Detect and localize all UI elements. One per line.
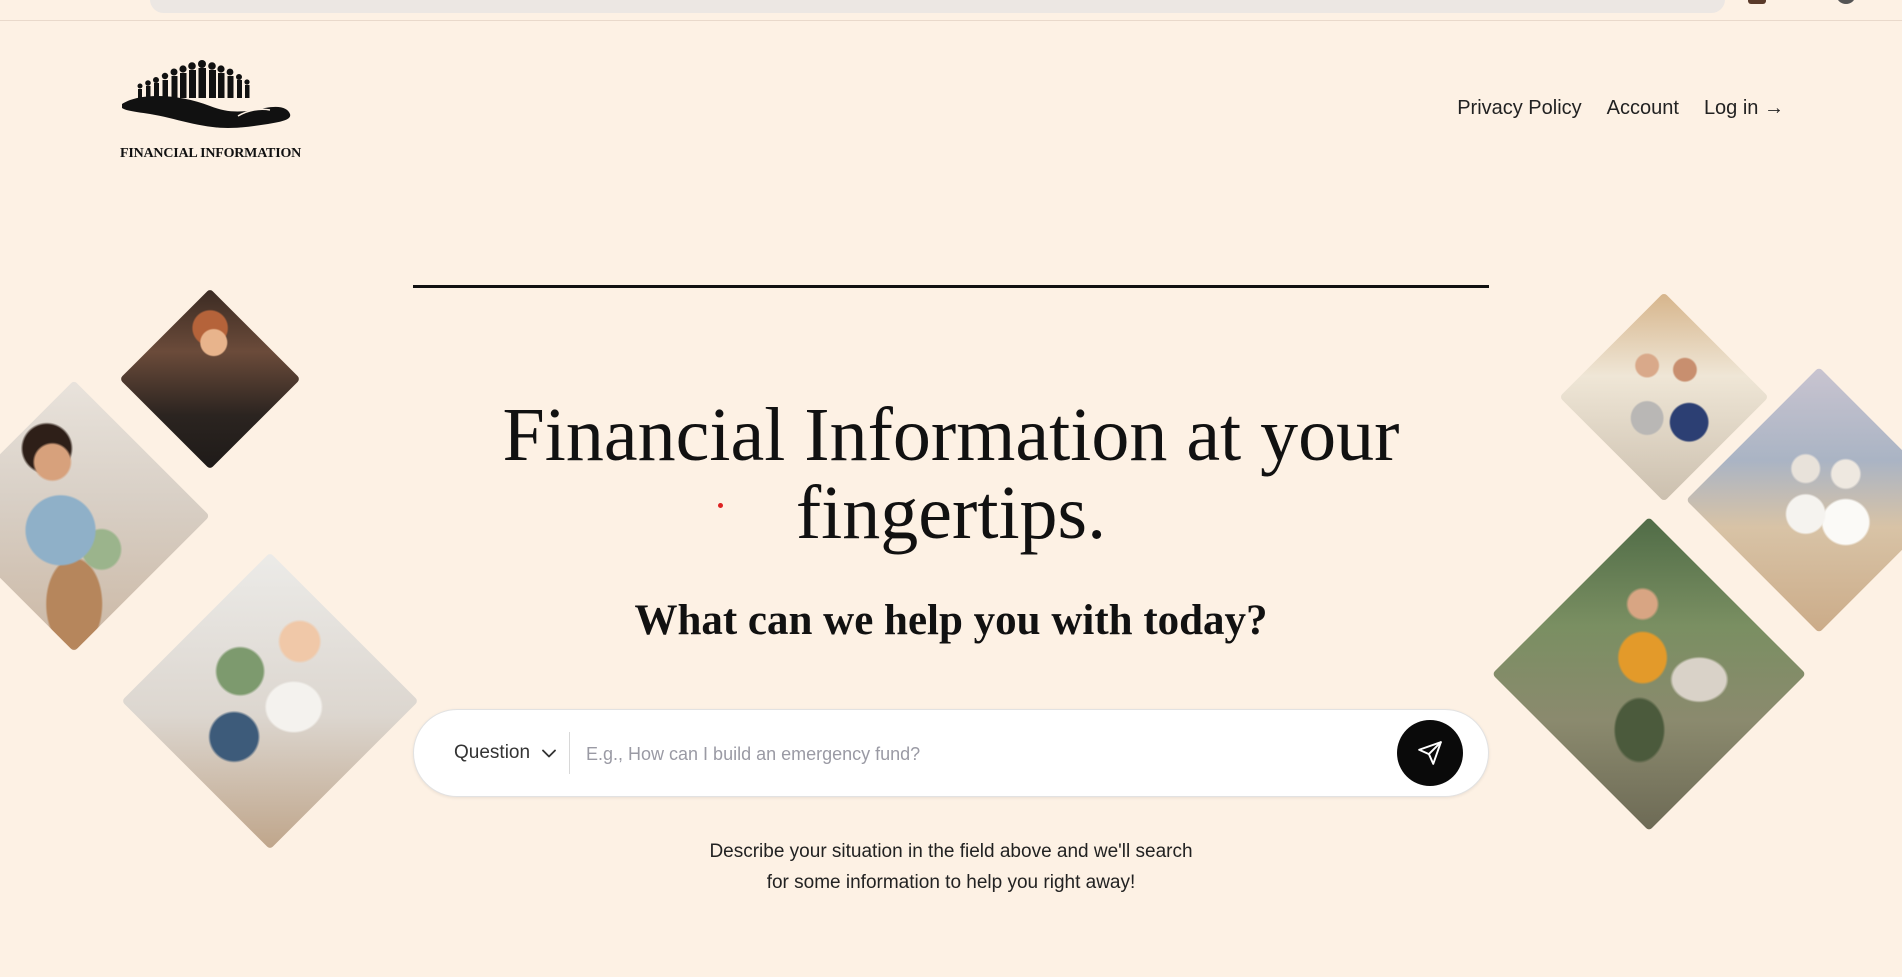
hero-title-line2: fingertips. — [795, 471, 1107, 555]
helper-line1: Describe your situation in the field abo… — [709, 841, 1193, 862]
top-nav: Privacy Policy Account Log in → — [1457, 97, 1784, 120]
chevron-down-icon — [542, 749, 556, 757]
baby-walking-photo — [121, 552, 419, 850]
nav-privacy-policy[interactable]: Privacy Policy — [1457, 97, 1581, 120]
helper-text: Describe your situation in the field abo… — [413, 836, 1489, 898]
hero-title-line1: Financial Information at your — [502, 393, 1400, 477]
hand-holding-people-icon — [122, 60, 291, 128]
search-type-label: Question — [454, 742, 531, 763]
cursor-dot — [718, 503, 723, 508]
search-input[interactable] — [584, 732, 1368, 776]
search-bar: Question — [413, 709, 1489, 797]
nav-account[interactable]: Account — [1607, 97, 1679, 120]
helper-line2: for some information to help you right a… — [766, 872, 1136, 893]
search-type-dropdown[interactable]: Question — [454, 710, 556, 796]
nav-login[interactable]: Log in → — [1704, 97, 1784, 120]
hero-subtitle: What can we help you with today? — [634, 597, 1268, 644]
extension-icon[interactable] — [1748, 0, 1766, 4]
logo-text: FINANCIAL INFORMATION — [120, 146, 302, 161]
browser-toolbar — [0, 0, 1902, 21]
barista-pouring-coffee-photo — [119, 288, 301, 470]
paper-plane-icon — [1418, 741, 1442, 765]
address-bar[interactable] — [150, 0, 1725, 13]
profile-avatar-icon[interactable] — [1836, 0, 1856, 4]
site-logo[interactable]: FINANCIAL INFORMATION — [120, 56, 320, 166]
hero-title: Financial Information at your fingertips… — [413, 396, 1489, 552]
section-divider — [413, 285, 1489, 288]
search-separator — [569, 732, 570, 774]
send-button[interactable] — [1397, 720, 1463, 786]
